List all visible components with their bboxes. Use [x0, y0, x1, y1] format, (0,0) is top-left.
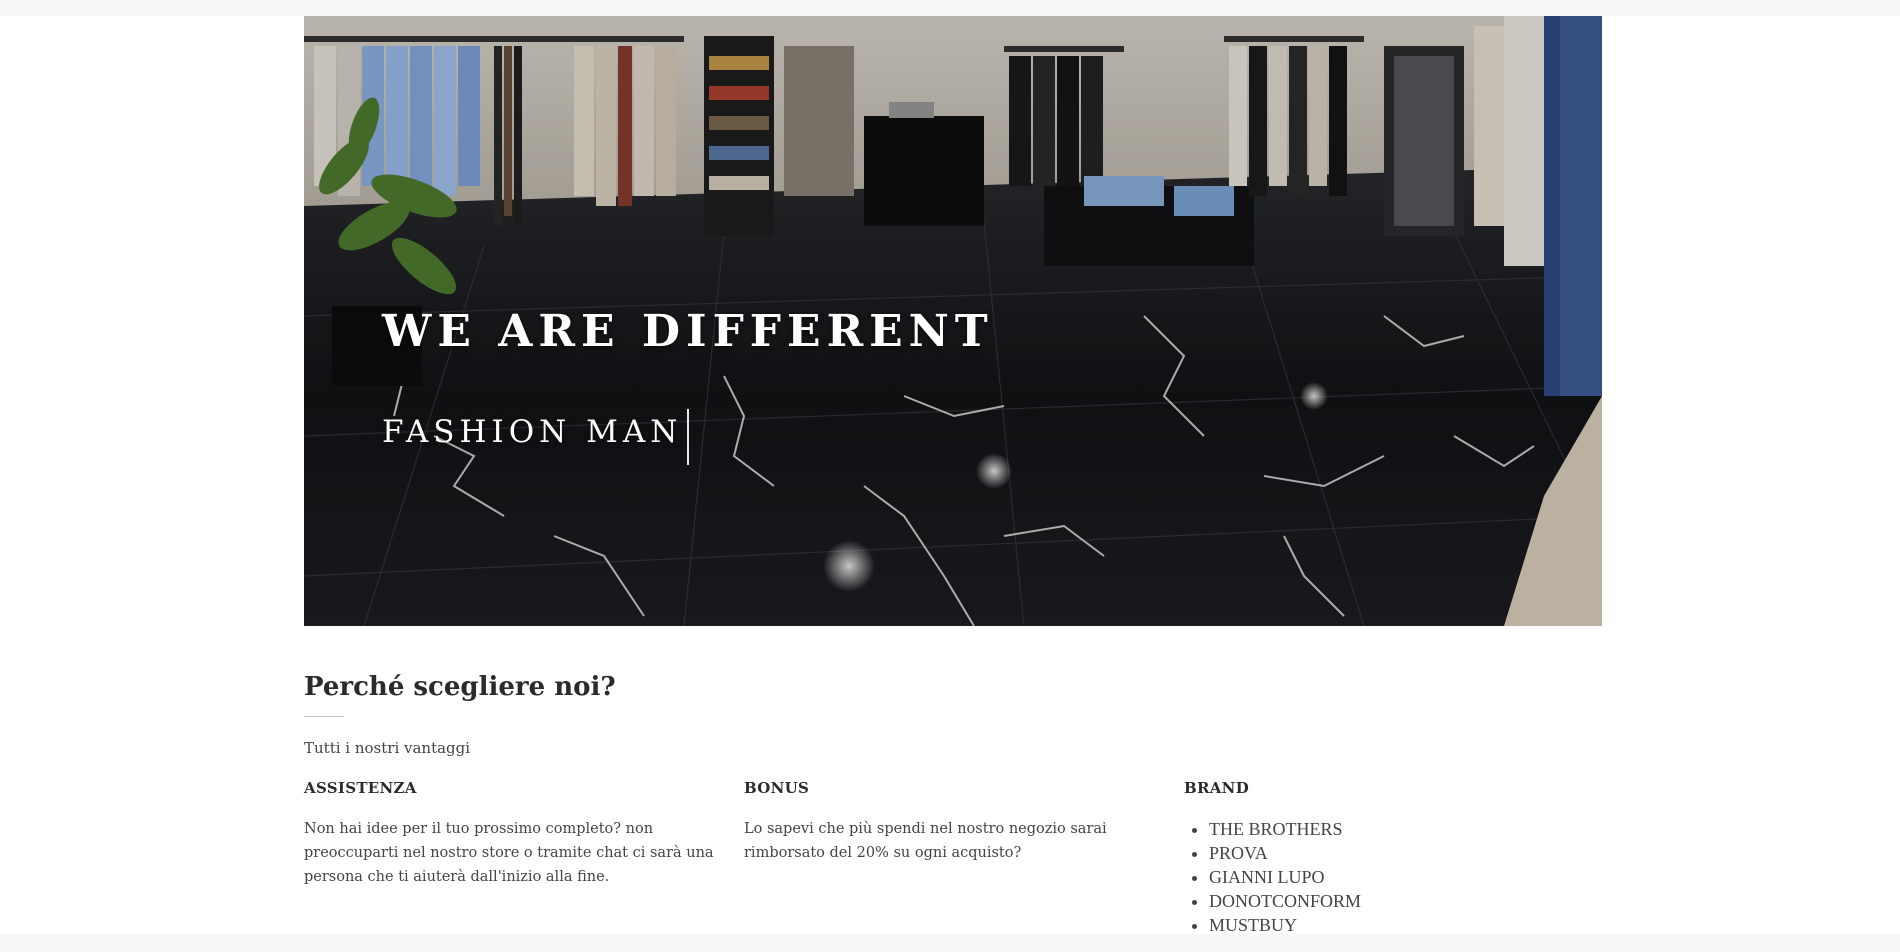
brand-item: GIANNI LUPO — [1209, 865, 1594, 889]
feature-text: Non hai idee per il tuo prossimo complet… — [304, 821, 714, 885]
feature-column-assistenza: ASSISTENZA Non hai idee per il tuo pross… — [304, 779, 714, 889]
hero-title: WE ARE DIFFERENT — [382, 306, 994, 357]
section-subtitle: Tutti i nostri vantaggi — [304, 739, 471, 757]
feature-text: Lo sapevi che più spendi nel nostro nego… — [744, 821, 1107, 861]
typing-cursor — [687, 409, 689, 465]
feature-column-brand: BRAND THE BROTHERS PROVA GIANNI LUPO DON… — [1184, 779, 1594, 937]
feature-heading: BONUS — [744, 779, 810, 797]
brand-item: DONOTCONFORM — [1209, 889, 1594, 913]
feature-heading: ASSISTENZA — [304, 779, 417, 797]
hero-banner: WE ARE DIFFERENT FASHION MAN — [304, 16, 1602, 626]
section-title: Perché scegliere noi? — [304, 672, 616, 702]
title-divider — [304, 716, 344, 717]
brand-list: THE BROTHERS PROVA GIANNI LUPO DONOTCONF… — [1184, 817, 1594, 937]
hero-subtitle: FASHION MAN — [382, 414, 683, 450]
brand-item: PROVA — [1209, 841, 1594, 865]
feature-heading: BRAND — [1184, 779, 1250, 797]
brand-item: THE BROTHERS — [1209, 817, 1594, 841]
bottom-strip — [0, 934, 1900, 952]
top-strip — [0, 0, 1900, 16]
feature-column-bonus: BONUS Lo sapevi che più spendi nel nostr… — [744, 779, 1154, 865]
